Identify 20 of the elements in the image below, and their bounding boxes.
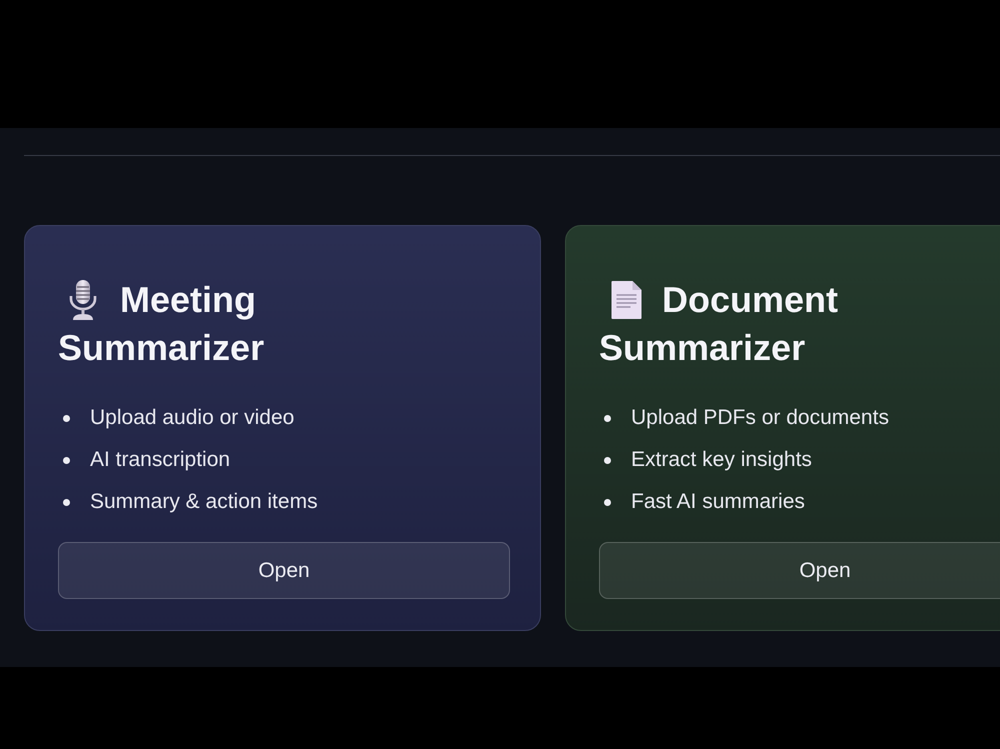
- feature-text: AI transcription: [90, 447, 230, 474]
- bullet-icon: [604, 498, 611, 506]
- open-button[interactable]: Open: [599, 542, 1000, 599]
- feature-text: Fast AI summaries: [631, 489, 805, 516]
- open-button[interactable]: Open: [58, 542, 510, 599]
- feature-text: Upload audio or video: [90, 405, 294, 432]
- card-title: Summarizer: [599, 326, 806, 370]
- card-title: Summarizer: [58, 326, 264, 370]
- bullet-icon: [604, 456, 611, 464]
- bullet-icon: [604, 414, 611, 422]
- feature-text: Extract key insights: [631, 447, 812, 474]
- document-icon: [610, 280, 643, 320]
- card-title: Meeting: [120, 278, 256, 322]
- bullet-icon: [63, 456, 70, 464]
- card-title: Document: [662, 278, 838, 322]
- feature-text: Summary & action items: [90, 489, 318, 516]
- feature-text: Upload PDFs or documents: [631, 405, 889, 432]
- bullet-icon: [63, 498, 70, 506]
- microphone-icon: [68, 280, 98, 320]
- bullet-icon: [63, 414, 70, 422]
